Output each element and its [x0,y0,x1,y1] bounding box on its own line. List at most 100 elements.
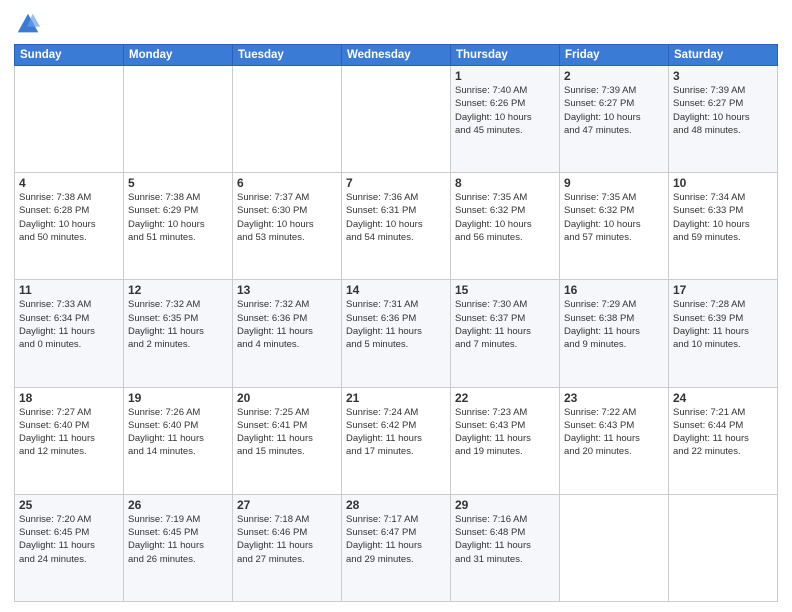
day-number: 23 [564,391,664,405]
day-number: 29 [455,498,555,512]
day-info: Sunrise: 7:24 AM Sunset: 6:42 PM Dayligh… [346,406,446,459]
day-info: Sunrise: 7:40 AM Sunset: 6:26 PM Dayligh… [455,84,555,137]
calendar: SundayMondayTuesdayWednesdayThursdayFrid… [14,44,778,602]
day-header-sunday: Sunday [15,45,124,66]
calendar-cell: 5Sunrise: 7:38 AM Sunset: 6:29 PM Daylig… [124,173,233,280]
day-info: Sunrise: 7:32 AM Sunset: 6:36 PM Dayligh… [237,298,337,351]
day-number: 1 [455,69,555,83]
day-info: Sunrise: 7:37 AM Sunset: 6:30 PM Dayligh… [237,191,337,244]
calendar-cell: 19Sunrise: 7:26 AM Sunset: 6:40 PM Dayli… [124,387,233,494]
calendar-cell: 24Sunrise: 7:21 AM Sunset: 6:44 PM Dayli… [669,387,778,494]
header-row: SundayMondayTuesdayWednesdayThursdayFrid… [15,45,778,66]
day-info: Sunrise: 7:18 AM Sunset: 6:46 PM Dayligh… [237,513,337,566]
day-info: Sunrise: 7:34 AM Sunset: 6:33 PM Dayligh… [673,191,773,244]
calendar-body: 1Sunrise: 7:40 AM Sunset: 6:26 PM Daylig… [15,66,778,602]
day-number: 8 [455,176,555,190]
day-info: Sunrise: 7:27 AM Sunset: 6:40 PM Dayligh… [19,406,119,459]
calendar-cell: 18Sunrise: 7:27 AM Sunset: 6:40 PM Dayli… [15,387,124,494]
calendar-cell: 13Sunrise: 7:32 AM Sunset: 6:36 PM Dayli… [233,280,342,387]
day-number: 9 [564,176,664,190]
calendar-cell [124,66,233,173]
calendar-cell: 16Sunrise: 7:29 AM Sunset: 6:38 PM Dayli… [560,280,669,387]
day-header-thursday: Thursday [451,45,560,66]
day-number: 22 [455,391,555,405]
day-info: Sunrise: 7:31 AM Sunset: 6:36 PM Dayligh… [346,298,446,351]
day-number: 20 [237,391,337,405]
header [14,10,778,38]
calendar-cell: 29Sunrise: 7:16 AM Sunset: 6:48 PM Dayli… [451,494,560,601]
calendar-cell: 1Sunrise: 7:40 AM Sunset: 6:26 PM Daylig… [451,66,560,173]
page: SundayMondayTuesdayWednesdayThursdayFrid… [0,0,792,612]
day-info: Sunrise: 7:26 AM Sunset: 6:40 PM Dayligh… [128,406,228,459]
calendar-cell: 2Sunrise: 7:39 AM Sunset: 6:27 PM Daylig… [560,66,669,173]
calendar-cell: 9Sunrise: 7:35 AM Sunset: 6:32 PM Daylig… [560,173,669,280]
calendar-cell: 21Sunrise: 7:24 AM Sunset: 6:42 PM Dayli… [342,387,451,494]
day-info: Sunrise: 7:39 AM Sunset: 6:27 PM Dayligh… [564,84,664,137]
week-row-0: 1Sunrise: 7:40 AM Sunset: 6:26 PM Daylig… [15,66,778,173]
week-row-2: 11Sunrise: 7:33 AM Sunset: 6:34 PM Dayli… [15,280,778,387]
calendar-cell: 11Sunrise: 7:33 AM Sunset: 6:34 PM Dayli… [15,280,124,387]
day-info: Sunrise: 7:17 AM Sunset: 6:47 PM Dayligh… [346,513,446,566]
calendar-cell: 10Sunrise: 7:34 AM Sunset: 6:33 PM Dayli… [669,173,778,280]
day-header-wednesday: Wednesday [342,45,451,66]
day-number: 5 [128,176,228,190]
calendar-cell: 25Sunrise: 7:20 AM Sunset: 6:45 PM Dayli… [15,494,124,601]
day-header-monday: Monday [124,45,233,66]
day-number: 3 [673,69,773,83]
day-number: 4 [19,176,119,190]
day-info: Sunrise: 7:32 AM Sunset: 6:35 PM Dayligh… [128,298,228,351]
day-number: 6 [237,176,337,190]
day-number: 26 [128,498,228,512]
day-number: 10 [673,176,773,190]
calendar-cell: 22Sunrise: 7:23 AM Sunset: 6:43 PM Dayli… [451,387,560,494]
day-info: Sunrise: 7:35 AM Sunset: 6:32 PM Dayligh… [455,191,555,244]
calendar-cell: 7Sunrise: 7:36 AM Sunset: 6:31 PM Daylig… [342,173,451,280]
day-number: 17 [673,283,773,297]
calendar-cell [560,494,669,601]
calendar-cell: 8Sunrise: 7:35 AM Sunset: 6:32 PM Daylig… [451,173,560,280]
calendar-cell [342,66,451,173]
day-info: Sunrise: 7:36 AM Sunset: 6:31 PM Dayligh… [346,191,446,244]
day-info: Sunrise: 7:39 AM Sunset: 6:27 PM Dayligh… [673,84,773,137]
calendar-cell: 12Sunrise: 7:32 AM Sunset: 6:35 PM Dayli… [124,280,233,387]
day-info: Sunrise: 7:25 AM Sunset: 6:41 PM Dayligh… [237,406,337,459]
calendar-cell: 20Sunrise: 7:25 AM Sunset: 6:41 PM Dayli… [233,387,342,494]
calendar-cell: 27Sunrise: 7:18 AM Sunset: 6:46 PM Dayli… [233,494,342,601]
calendar-cell [669,494,778,601]
day-number: 14 [346,283,446,297]
day-info: Sunrise: 7:38 AM Sunset: 6:28 PM Dayligh… [19,191,119,244]
calendar-cell: 17Sunrise: 7:28 AM Sunset: 6:39 PM Dayli… [669,280,778,387]
day-number: 28 [346,498,446,512]
calendar-cell [233,66,342,173]
calendar-cell: 15Sunrise: 7:30 AM Sunset: 6:37 PM Dayli… [451,280,560,387]
day-number: 18 [19,391,119,405]
day-number: 11 [19,283,119,297]
day-number: 12 [128,283,228,297]
calendar-cell: 3Sunrise: 7:39 AM Sunset: 6:27 PM Daylig… [669,66,778,173]
day-info: Sunrise: 7:33 AM Sunset: 6:34 PM Dayligh… [19,298,119,351]
day-header-saturday: Saturday [669,45,778,66]
calendar-cell: 6Sunrise: 7:37 AM Sunset: 6:30 PM Daylig… [233,173,342,280]
calendar-cell: 28Sunrise: 7:17 AM Sunset: 6:47 PM Dayli… [342,494,451,601]
logo-icon [14,10,42,38]
day-number: 21 [346,391,446,405]
day-info: Sunrise: 7:30 AM Sunset: 6:37 PM Dayligh… [455,298,555,351]
week-row-3: 18Sunrise: 7:27 AM Sunset: 6:40 PM Dayli… [15,387,778,494]
day-info: Sunrise: 7:22 AM Sunset: 6:43 PM Dayligh… [564,406,664,459]
day-number: 7 [346,176,446,190]
day-number: 15 [455,283,555,297]
logo [14,10,46,38]
day-number: 27 [237,498,337,512]
day-number: 25 [19,498,119,512]
day-number: 16 [564,283,664,297]
calendar-cell: 26Sunrise: 7:19 AM Sunset: 6:45 PM Dayli… [124,494,233,601]
day-number: 24 [673,391,773,405]
day-info: Sunrise: 7:21 AM Sunset: 6:44 PM Dayligh… [673,406,773,459]
day-info: Sunrise: 7:23 AM Sunset: 6:43 PM Dayligh… [455,406,555,459]
day-info: Sunrise: 7:29 AM Sunset: 6:38 PM Dayligh… [564,298,664,351]
calendar-cell: 14Sunrise: 7:31 AM Sunset: 6:36 PM Dayli… [342,280,451,387]
week-row-4: 25Sunrise: 7:20 AM Sunset: 6:45 PM Dayli… [15,494,778,601]
day-number: 19 [128,391,228,405]
day-info: Sunrise: 7:38 AM Sunset: 6:29 PM Dayligh… [128,191,228,244]
day-info: Sunrise: 7:19 AM Sunset: 6:45 PM Dayligh… [128,513,228,566]
